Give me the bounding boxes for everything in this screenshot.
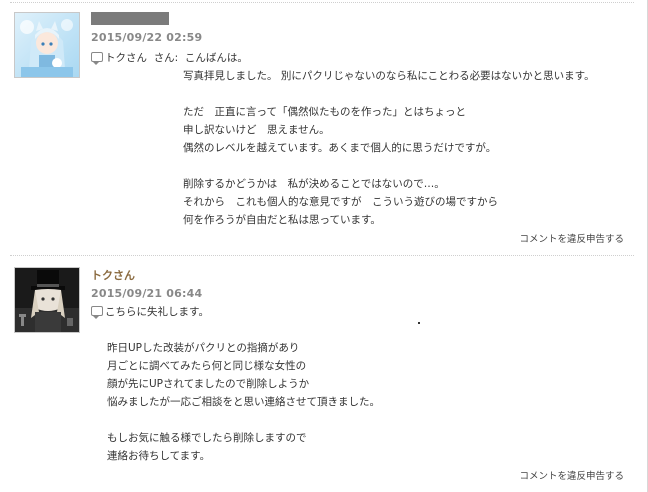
reply-icon [91, 306, 103, 319]
comment-line: こちらに失礼します。 [91, 303, 380, 321]
comment-line: ただ 正直に言って「偶然似たものを作った」とはちょっと [183, 106, 466, 118]
stray-dot [418, 322, 420, 324]
comment-line: 何を作ろうが自由だと私は思っています。 [183, 214, 381, 226]
comment-item: 2015/09/22 02:59 トクさん さん: こんばんは。 写真拝見しまし… [0, 0, 640, 255]
comment-body: トクさん さん: こんばんは。 写真拝見しました。 別にパクリじゃないのなら私に… [91, 49, 595, 229]
comment-line: トクさん さん: こんばんは。 [91, 49, 595, 67]
comment-date: 2015/09/22 02:59 [91, 31, 203, 44]
comment-line: 連絡お待ちしてます。 [107, 450, 211, 462]
comment-line: 申し訳ないけど 思えません。 [183, 124, 330, 136]
avatar[interactable] [14, 267, 80, 333]
comment-body: こちらに失礼します。 昨日UPした改装がパクリとの指摘があり 月ごとに調べてみた… [91, 303, 380, 465]
comment-line-text: こんばんは。 [184, 52, 248, 64]
comment-date: 2015/09/21 06:44 [91, 287, 203, 300]
comment-line: 写真拝見しました。 別にパクリじゃないのなら私にことわる必要はないかと思います。 [183, 70, 595, 82]
comment-line-blank [91, 321, 380, 339]
comment-line: 悩みましたが一応ご相談をと思い連絡させて頂きました。 [107, 396, 380, 408]
comment-item: トクさん 2015/09/21 06:44 こちらに失礼します。 昨日UPした改… [0, 256, 640, 492]
comment-line: もしお気に触る様でしたら削除しますので [107, 432, 307, 444]
comment-line: それから これも個人的な意見ですが こういう遊びの場ですから [183, 196, 498, 208]
comment-line: 偶然のレベルを越えています。あくまで個人的に思うだけですが。 [183, 142, 497, 154]
comment-line: 顔が先にUPされてましたので削除しようか [107, 378, 310, 390]
author-name[interactable]: トクさん [91, 267, 135, 283]
reply-to-name[interactable]: トクさん [105, 52, 147, 64]
report-comment-link[interactable]: コメントを違反申告する [519, 231, 624, 245]
comment-line: 削除するかどうかは 私が決めることではないので…。 [183, 178, 445, 190]
comment-line-blank [91, 85, 595, 103]
reply-icon [91, 52, 103, 65]
report-comment-link[interactable]: コメントを違反申告する [519, 468, 624, 482]
author-name-redacted [91, 12, 169, 25]
avatar-image [15, 13, 79, 77]
comment-line-blank [91, 157, 595, 175]
comment-line-blank [91, 411, 380, 429]
reply-suffix: さん: [153, 52, 179, 64]
comment-line-text: こちらに失礼します。 [105, 306, 209, 318]
avatar-image [15, 268, 79, 332]
comment-line: 昨日UPした改装がパクリとの指摘があり [107, 342, 300, 354]
avatar[interactable] [14, 12, 80, 78]
comment-line: 月ごとに調べてみたら何と同じ様な女性の [107, 360, 307, 372]
